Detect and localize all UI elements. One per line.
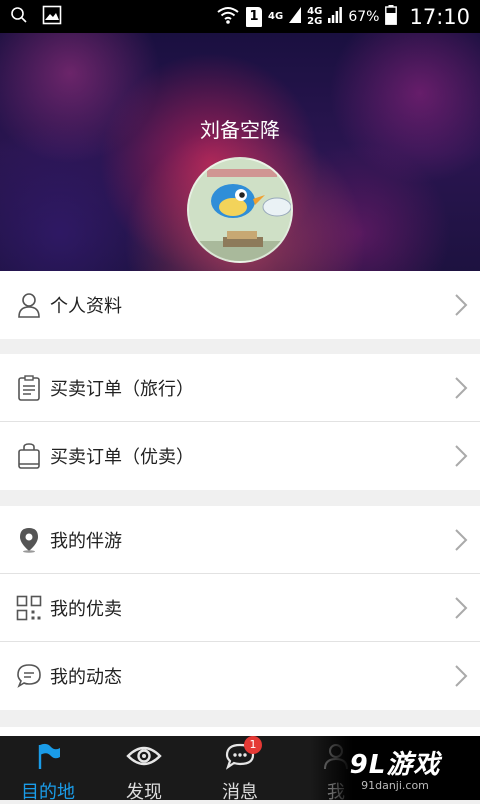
- tab-discover[interactable]: 发现: [96, 736, 192, 803]
- eye-icon: [126, 742, 162, 774]
- profile-header: 刘备空降: [0, 33, 480, 271]
- grid-icon: [16, 595, 42, 621]
- battery-percent: 67%: [348, 8, 380, 25]
- chevron-right-icon: [454, 444, 468, 472]
- watermark-url: 91danji.com: [361, 779, 429, 792]
- menu-item-profile[interactable]: 个人资料: [0, 271, 480, 339]
- network-b-top-label: 4G: [307, 5, 323, 17]
- network-a-label: 4G: [268, 10, 284, 22]
- status-bar: 1 4G 4G 2G 67% 17:10: [0, 0, 480, 33]
- chevron-right-icon: [454, 596, 468, 624]
- tab-label: 发现: [126, 782, 162, 803]
- tab-label: 消息: [222, 782, 258, 803]
- menu-item-label: 买卖订单（旅行）: [50, 378, 194, 400]
- tab-messages[interactable]: 1 消息: [192, 736, 288, 803]
- menu-item-label: 个人资料: [50, 296, 122, 317]
- battery-icon: [385, 4, 398, 29]
- wifi-icon: [216, 5, 240, 29]
- network-type-b: 4G 2G: [307, 5, 323, 27]
- person-icon: [16, 292, 42, 318]
- menu-group-profile: 个人资料: [0, 271, 480, 339]
- shopping-bag-icon: [16, 443, 42, 469]
- location-pin-icon: [16, 527, 42, 553]
- tab-destination[interactable]: 目的地: [0, 736, 96, 803]
- menu-item-orders-youmai[interactable]: 买卖订单（优卖）: [0, 422, 480, 490]
- menu-group-mine: 我的伴游 我的优卖 我的动态: [0, 506, 480, 710]
- avatar[interactable]: [187, 157, 293, 263]
- menu-item-orders-travel[interactable]: 买卖订单（旅行）: [0, 354, 480, 422]
- network-b-bottom-label: 2G: [307, 15, 323, 27]
- menu-item-label: 买卖订单（优卖）: [50, 447, 194, 468]
- network-type: 4G: [268, 10, 284, 22]
- site-watermark: 9L游戏 91danji.com: [310, 736, 480, 800]
- clipboard-icon: [16, 374, 42, 401]
- menu-item-label: 我的动态: [50, 667, 122, 688]
- clock: 17:10: [409, 4, 470, 29]
- username: 刘备空降: [200, 118, 280, 142]
- signal-icon: [289, 6, 302, 27]
- signal-b-icon: [328, 6, 343, 27]
- chevron-right-icon: [454, 293, 468, 321]
- gallery-icon: [42, 5, 62, 29]
- menu-item-my-feed[interactable]: 我的动态: [0, 642, 480, 710]
- watermark-logo: 9L游戏: [349, 750, 441, 780]
- menu-group-orders: 买卖订单（旅行） 买卖订单（优卖）: [0, 354, 480, 490]
- chevron-right-icon: [454, 528, 468, 556]
- menu-group-partial: [0, 727, 480, 736]
- menu-item-my-companion[interactable]: 我的伴游: [0, 506, 480, 574]
- flag-icon: [33, 742, 63, 774]
- chevron-right-icon: [454, 376, 468, 404]
- chat-bubble-icon: [16, 663, 42, 689]
- menu-item-my-youmai[interactable]: 我的优卖: [0, 574, 480, 642]
- menu-item-label: 我的伴游: [50, 530, 122, 552]
- menu-item-label: 我的优卖: [50, 598, 122, 620]
- sim-indicator: 1: [246, 6, 262, 27]
- chevron-right-icon: [454, 664, 468, 692]
- search-icon: [10, 6, 28, 28]
- tab-label: 目的地: [21, 782, 75, 803]
- message-count-badge: 1: [244, 736, 262, 754]
